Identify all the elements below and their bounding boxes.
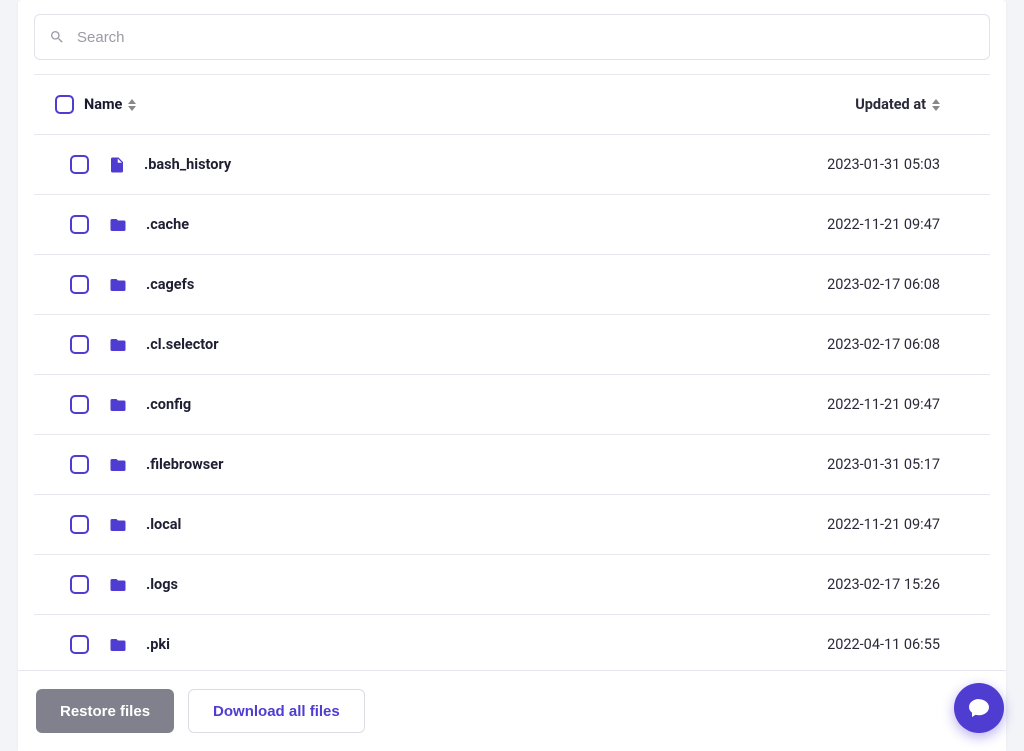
file-table: Name Updated at .bash_history 2023-01-31 …	[34, 74, 990, 670]
row-checkbox[interactable]	[70, 215, 89, 234]
item-name: .filebrowser	[146, 456, 223, 473]
row-checkbox[interactable]	[70, 395, 89, 414]
row-checkbox[interactable]	[70, 575, 89, 594]
folder-icon	[108, 636, 128, 654]
table-header: Name Updated at	[34, 75, 990, 135]
file-icon	[108, 156, 126, 174]
table-row[interactable]: .filebrowser 2023-01-31 05:17	[34, 435, 990, 495]
table-row[interactable]: .cache 2022-11-21 09:47	[34, 195, 990, 255]
download-all-button[interactable]: Download all files	[188, 689, 365, 733]
chat-icon	[967, 696, 991, 720]
column-header-name[interactable]: Name	[84, 96, 770, 113]
select-all-checkbox[interactable]	[55, 95, 74, 114]
row-checkbox[interactable]	[70, 275, 89, 294]
item-updated: 2023-01-31 05:03	[770, 156, 980, 173]
row-checkbox[interactable]	[70, 155, 89, 174]
item-updated: 2023-02-17 15:26	[770, 576, 980, 593]
table-row[interactable]: .local 2022-11-21 09:47	[34, 495, 990, 555]
search-icon	[49, 29, 65, 45]
folder-icon	[108, 516, 128, 534]
folder-icon	[108, 276, 128, 294]
folder-icon	[108, 216, 128, 234]
sort-icon	[128, 99, 136, 111]
item-name: .cl.selector	[146, 336, 219, 353]
table-row[interactable]: .config 2022-11-21 09:47	[34, 375, 990, 435]
item-name: .logs	[146, 576, 178, 593]
table-row[interactable]: .cagefs 2023-02-17 06:08	[34, 255, 990, 315]
row-checkbox[interactable]	[70, 515, 89, 534]
item-name: .cagefs	[146, 276, 194, 293]
folder-icon	[108, 576, 128, 594]
folder-icon	[108, 396, 128, 414]
name-header-label: Name	[84, 96, 122, 113]
folder-icon	[108, 336, 128, 354]
item-updated: 2023-02-17 06:08	[770, 276, 980, 293]
item-name: .cache	[146, 216, 189, 233]
folder-icon	[108, 456, 128, 474]
sort-icon	[932, 99, 940, 111]
item-name: .local	[146, 516, 181, 533]
item-name: .pki	[146, 636, 170, 653]
table-row[interactable]: .bash_history 2023-01-31 05:03	[34, 135, 990, 195]
table-row[interactable]: .logs 2023-02-17 15:26	[34, 555, 990, 615]
item-updated: 2022-11-21 09:47	[770, 396, 980, 413]
footer-bar: Restore files Download all files	[18, 670, 1006, 751]
column-header-updated[interactable]: Updated at	[770, 96, 980, 113]
row-checkbox[interactable]	[70, 455, 89, 474]
updated-header-label: Updated at	[855, 96, 926, 113]
search-container	[18, 0, 1006, 60]
table-row[interactable]: .cl.selector 2023-02-17 06:08	[34, 315, 990, 375]
item-name: .bash_history	[144, 156, 231, 173]
item-updated: 2023-02-17 06:08	[770, 336, 980, 353]
table-body: .bash_history 2023-01-31 05:03 .cache 2022-…	[34, 135, 990, 670]
item-updated: 2023-01-31 05:17	[770, 456, 980, 473]
item-updated: 2022-04-11 06:55	[770, 636, 980, 653]
table-row[interactable]: .pki 2022-04-11 06:55	[34, 615, 990, 670]
search-input[interactable]	[77, 29, 975, 46]
row-checkbox[interactable]	[70, 335, 89, 354]
item-updated: 2022-11-21 09:47	[770, 216, 980, 233]
file-browser-panel: Name Updated at .bash_history 2023-01-31 …	[18, 0, 1006, 751]
item-name: .config	[146, 396, 191, 413]
search-box[interactable]	[34, 14, 990, 60]
item-updated: 2022-11-21 09:47	[770, 516, 980, 533]
restore-files-button[interactable]: Restore files	[36, 689, 174, 733]
row-checkbox[interactable]	[70, 635, 89, 654]
chat-widget-button[interactable]	[954, 683, 1004, 733]
